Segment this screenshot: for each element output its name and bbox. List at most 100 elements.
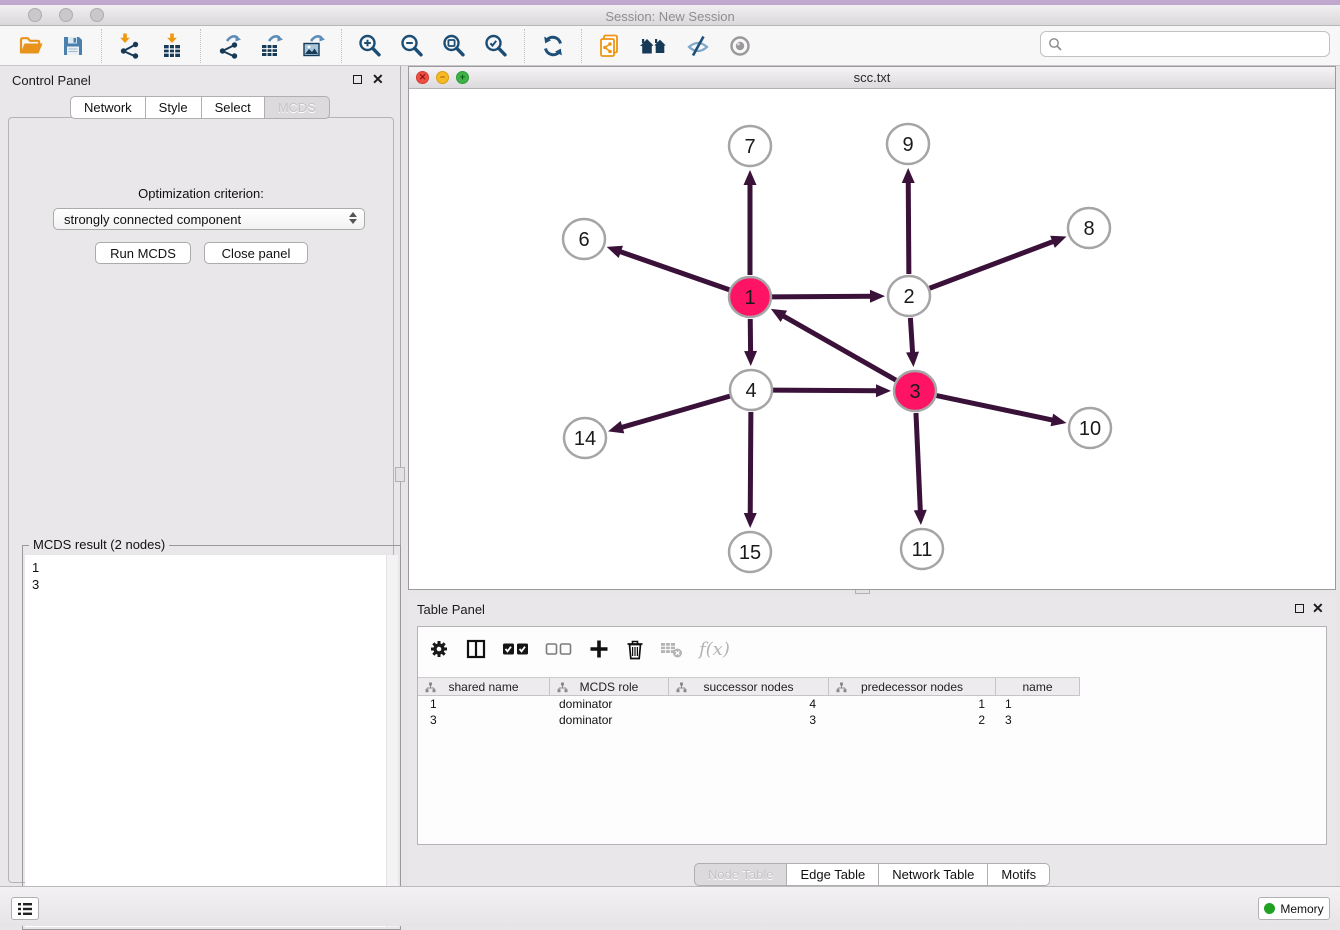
table-row[interactable]: 1dominator411 [418,696,1080,712]
table-cell[interactable]: 3 [669,712,829,728]
graph-edge-1-6[interactable] [618,251,729,290]
tab-edge-table[interactable]: Edge Table [787,863,879,886]
graph-edge-3-11[interactable] [916,413,920,513]
network-window-titlebar[interactable]: ✕ − + scc.txt [409,67,1335,89]
import-table-icon[interactable] [159,33,185,59]
mcds-result-scrollbar[interactable] [386,555,398,927]
table-cell[interactable]: dominator [550,696,669,712]
mcds-result-title: MCDS result (2 nodes) [29,537,169,552]
criterion-value: strongly connected component [64,212,241,227]
table-cell[interactable]: 2 [829,712,996,728]
table-float-panel-icon[interactable] [1295,604,1304,613]
first-neighbors-icon[interactable] [639,33,669,59]
graph-edge-arrowhead [1050,414,1066,427]
table-options-gear-icon[interactable] [428,638,450,660]
delete-table-icon[interactable] [660,639,684,659]
float-panel-icon[interactable] [353,75,362,84]
table-header-row: shared nameMCDS rolesuccessor nodesprede… [418,677,1080,696]
app-titlebar: Session: New Session [0,5,1340,26]
table-close-panel-icon[interactable]: ✕ [1312,601,1324,615]
table-cell[interactable]: dominator [550,712,669,728]
graph-edge-1-2[interactable] [772,296,873,297]
graph-node-label-7: 7 [744,136,755,158]
graph-node-label-8: 8 [1083,218,1094,240]
new-network-from-selection-icon[interactable] [597,33,623,59]
graph-node-label-9: 9 [902,134,913,156]
graph-node-label-11: 11 [912,539,933,561]
table-cell[interactable]: 3 [418,712,550,728]
table-panel-title: Table Panel [417,602,485,617]
graph-node-label-2: 2 [903,286,914,308]
memory-label: Memory [1280,902,1323,916]
show-graphics-details-icon[interactable] [727,33,753,59]
criterion-dropdown[interactable]: strongly connected component [53,208,365,230]
table-cell[interactable]: 3 [996,712,1080,728]
table-panel: Table Panel ✕ [408,595,1336,886]
export-table-icon[interactable] [258,33,284,59]
save-session-icon[interactable] [60,33,86,59]
tab-style[interactable]: Style [146,96,202,119]
close-panel-icon[interactable]: ✕ [372,72,384,86]
graph-edge-2-9[interactable] [908,180,909,274]
unselect-all-columns-icon[interactable] [545,641,573,657]
graph-edge-arrowhead [870,290,885,303]
optimization-criterion-label: Optimization criterion: [9,186,393,201]
column-header-successor-nodes[interactable]: successor nodes [669,678,829,695]
graph-edge-3-1[interactable] [781,315,896,380]
tab-network[interactable]: Network [70,96,146,119]
column-header-MCDS-role[interactable]: MCDS role [550,678,669,695]
zoom-out-icon[interactable] [399,33,425,59]
tab-node-table[interactable]: Node Table [694,863,788,886]
graph-edge-2-3[interactable] [910,318,912,355]
memory-button[interactable]: Memory [1258,897,1330,920]
column-header-predecessor-nodes[interactable]: predecessor nodes [829,678,996,695]
function-builder-icon[interactable]: f(x) [699,639,730,660]
column-header-shared-name[interactable]: shared name [418,678,550,695]
table-cell[interactable]: 1 [996,696,1080,712]
mcds-result-textarea[interactable]: 1 3 [25,555,398,927]
task-history-button[interactable] [11,897,39,920]
graph-edge-arrowhead [744,513,757,528]
open-folder-icon[interactable] [18,33,44,59]
search-input[interactable] [1066,33,1329,55]
zoom-selected-icon[interactable] [483,33,509,59]
graph-node-label-15: 15 [739,542,761,564]
graph-edge-4-3[interactable] [773,390,879,391]
delete-columns-trash-icon[interactable] [625,638,645,660]
graph-node-label-6: 6 [578,229,589,251]
import-network-icon[interactable] [117,33,143,59]
close-panel-button[interactable]: Close panel [204,242,308,264]
control-panel-title: Control Panel [12,73,91,88]
export-network-icon[interactable] [216,33,242,59]
graph-node-label-10: 10 [1079,418,1101,440]
zoom-in-icon[interactable] [357,33,383,59]
table-cell[interactable]: 4 [669,696,829,712]
tab-select[interactable]: Select [202,96,265,119]
tab-network-table[interactable]: Network Table [879,863,988,886]
vertical-splitter-handle[interactable] [395,467,405,482]
graph-edge-3-10[interactable] [937,396,1055,421]
table-row[interactable]: 3dominator323 [418,712,1080,728]
graph-edge-4-14[interactable] [620,396,730,428]
select-all-columns-icon[interactable] [502,641,530,657]
export-image-icon[interactable] [300,33,326,59]
show-column-panel-icon[interactable] [465,638,487,660]
graph-edge-arrowhead [876,384,891,397]
hide-selected-icon[interactable] [685,33,711,59]
toolbar-separator [581,29,582,63]
table-cell[interactable]: 1 [829,696,996,712]
table-cell[interactable]: 1 [418,696,550,712]
tab-motifs[interactable]: Motifs [988,863,1050,886]
node-table-container: f(x) shared nameMCDS rolesuccessor nodes… [417,626,1327,845]
network-canvas[interactable]: 7968124314101511 [409,89,1335,589]
graph-edge-4-15[interactable] [750,412,751,516]
column-header-name[interactable]: name [996,678,1080,695]
network-window-title: scc.txt [409,70,1335,85]
create-column-icon[interactable] [588,638,610,660]
tab-mcds[interactable]: MCDS [265,96,330,119]
refresh-layout-icon[interactable] [540,33,566,59]
zoom-fit-icon[interactable] [441,33,467,59]
graph-edge-2-8[interactable] [930,241,1056,289]
search-field[interactable] [1040,31,1330,57]
run-mcds-button[interactable]: Run MCDS [95,242,191,264]
